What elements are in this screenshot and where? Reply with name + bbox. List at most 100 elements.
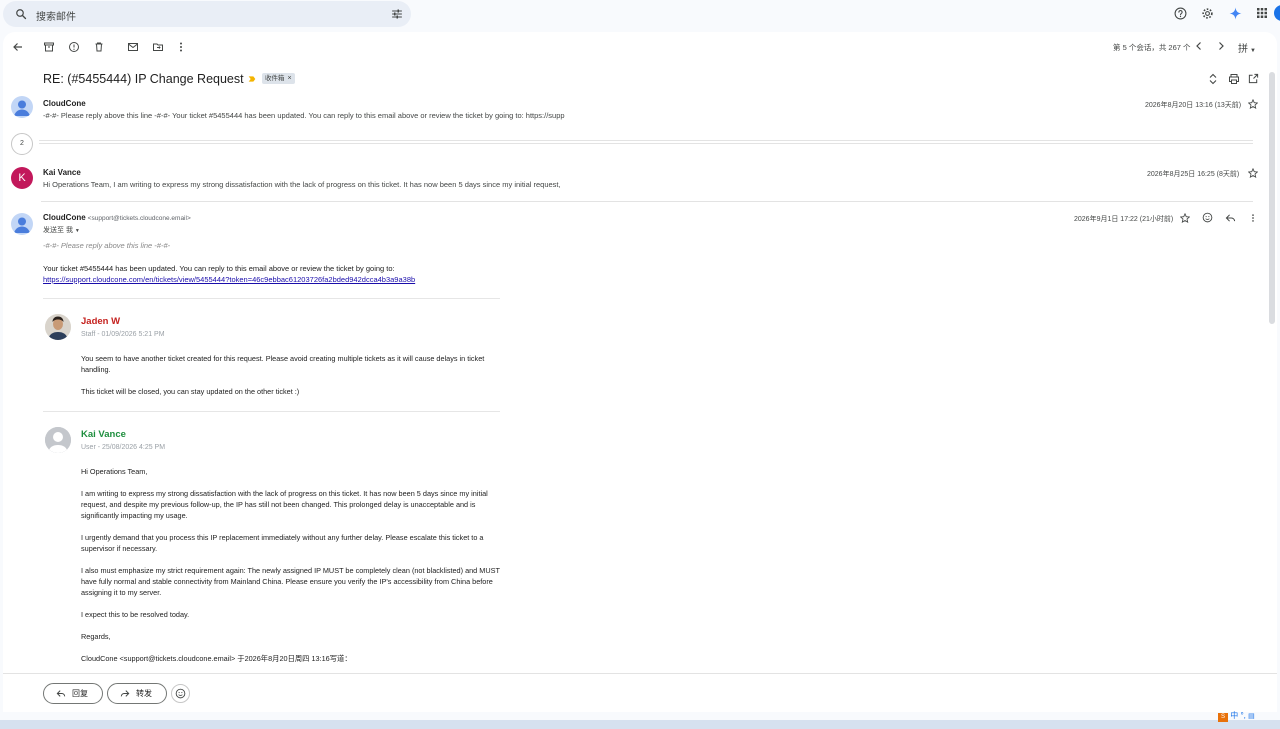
search-bar[interactable]: 搜索邮件: [3, 1, 411, 27]
message-date: 2026年8月20日 13:16 (13天前): [1145, 102, 1242, 109]
reply-icon[interactable]: [1225, 213, 1236, 223]
recipient-details[interactable]: 发送至 我 ▼: [43, 225, 80, 235]
message-date: 2026年8月25日 16:25 (8天前): [1147, 171, 1240, 178]
default-avatar-icon: [14, 100, 30, 116]
message-sender[interactable]: CloudCone <support@tickets.cloudcone.emai…: [43, 213, 191, 222]
search-icon: [16, 9, 27, 20]
expand-all-icon[interactable]: [1208, 73, 1218, 85]
emoji-button[interactable]: [171, 684, 190, 703]
staff-photo-avatar: [45, 314, 71, 340]
settings-icon[interactable]: [1201, 7, 1214, 20]
search-options-icon[interactable]: [391, 8, 403, 20]
reply-icon: [56, 690, 66, 697]
chevron-down-icon: ▼: [74, 228, 80, 234]
person-photo-icon: [45, 314, 71, 340]
more-vert-icon[interactable]: [1248, 213, 1258, 223]
next-conversation-icon[interactable]: [1215, 40, 1227, 52]
collapsed-count-badge[interactable]: 2: [11, 133, 33, 155]
top-bar: 搜索邮件: [0, 0, 1280, 30]
email-subject: RE: (#5455444) IP Change Request: [43, 72, 244, 86]
reply-paragraph: I also must emphasize my strict requirem…: [81, 566, 500, 597]
ime-punct[interactable]: °,: [1240, 711, 1245, 720]
open-new-window-icon[interactable]: [1248, 73, 1259, 84]
more-vert-icon[interactable]: [175, 41, 187, 53]
ime-mode[interactable]: 中: [1230, 711, 1238, 720]
delete-icon[interactable]: [93, 41, 105, 53]
collapsed-messages-divider[interactable]: [39, 140, 1253, 144]
emoji-icon: [175, 688, 186, 699]
quote-separator-text: -#-#- Please reply above this line -#-#-: [43, 241, 171, 250]
forward-icon: [120, 690, 130, 697]
remove-label-icon[interactable]: ×: [288, 75, 292, 82]
thread-separator: [43, 411, 500, 412]
reply-author-name: Jaden W: [81, 316, 121, 327]
reply-paragraph: This ticket will be closed, you can stay…: [81, 387, 300, 396]
user-avatar: [45, 427, 71, 453]
avatar: K: [11, 167, 33, 189]
apps-grid-icon[interactable]: [1256, 7, 1268, 19]
reply-paragraph: I expect this to be resolved today.: [81, 610, 190, 619]
pager-count: 第 5 个会话，共 267 个: [1113, 43, 1191, 52]
input-tools-label: 拼: [1238, 44, 1248, 55]
chevron-down-icon: ▼: [1250, 48, 1256, 54]
default-avatar-icon: [14, 217, 30, 233]
message-sender[interactable]: Kai Vance: [43, 168, 81, 177]
message-divider: [41, 201, 1253, 202]
reply-paragraph: CloudCone <support@tickets.cloudcone.ema…: [81, 654, 352, 663]
forward-button-label: 转发: [136, 689, 152, 698]
reply-button-label: 回复: [72, 689, 88, 698]
message-view: 第 5 个会话，共 267 个 拼 ▼ RE: (#5455444) IP Cha…: [3, 32, 1277, 712]
inbox-label-text: 收件箱: [265, 75, 285, 82]
sender-name: CloudCone: [43, 213, 86, 222]
message-date: 2026年9月1日 17:22 (21小时前): [1074, 216, 1174, 223]
star-icon[interactable]: [1248, 168, 1258, 178]
importance-marker-icon[interactable]: [248, 75, 256, 83]
default-person-icon: [45, 427, 71, 453]
prev-conversation-icon[interactable]: [1193, 40, 1205, 52]
bottom-bar: [0, 720, 1280, 729]
input-tools-button[interactable]: 拼 ▼: [1238, 40, 1256, 55]
recipient-text: 发送至 我: [43, 227, 73, 234]
ime-logo-icon: S: [1218, 713, 1228, 722]
print-icon[interactable]: [1228, 73, 1240, 85]
reply-paragraph: Hi Operations Team,: [81, 467, 148, 476]
reply-paragraph: I am writing to express my strong dissat…: [81, 489, 488, 520]
sender-email: <support@tickets.cloudcone.email>: [87, 215, 191, 222]
ticket-update-text: Your ticket #5455444 has been updated. Y…: [43, 264, 395, 273]
reply-button[interactable]: 回复: [43, 683, 103, 704]
avatar: [11, 96, 33, 118]
message-snippet[interactable]: Hi Operations Team, I am writing to expr…: [43, 180, 561, 189]
message-sender[interactable]: CloudCone: [43, 99, 86, 108]
mark-unread-icon[interactable]: [127, 41, 139, 53]
avatar: [11, 213, 33, 235]
scrollbar-thumb[interactable]: [1269, 72, 1275, 324]
report-spam-icon[interactable]: [68, 41, 80, 53]
thread-separator: [43, 298, 500, 299]
reply-meta: User - 25/08/2026 4:25 PM: [81, 444, 166, 451]
ticket-link[interactable]: https://support.cloudcone.com/en/tickets…: [43, 275, 415, 284]
star-icon[interactable]: [1180, 213, 1190, 223]
reply-body: Hi Operations Team, I am writing to expr…: [81, 466, 501, 675]
reply-paragraph: Regards,: [81, 632, 111, 641]
gemini-icon[interactable]: [1229, 7, 1242, 20]
move-to-icon[interactable]: [152, 41, 164, 53]
search-input[interactable]: 搜索邮件: [36, 8, 76, 23]
emoji-reaction-icon[interactable]: [1202, 212, 1213, 223]
message-snippet[interactable]: -#-#- Please reply above this line -#-#-…: [43, 111, 565, 120]
reply-paragraph: You seem to have another ticket created …: [81, 354, 485, 374]
reply-body: You seem to have another ticket created …: [81, 353, 501, 408]
reply-meta: Staff - 01/09/2026 5:21 PM: [81, 331, 165, 338]
footer-divider: [3, 673, 1277, 674]
reply-author-name: Kai Vance: [81, 429, 126, 440]
archive-icon[interactable]: [43, 41, 55, 53]
star-icon[interactable]: [1248, 99, 1258, 109]
help-icon[interactable]: [1174, 7, 1187, 20]
ime-status-tray[interactable]: S 中 °, ▤: [1218, 710, 1255, 722]
account-avatar[interactable]: [1274, 5, 1280, 21]
inbox-label-chip[interactable]: 收件箱 ×: [262, 73, 295, 84]
keyboard-icon[interactable]: ▤: [1248, 713, 1255, 720]
reply-paragraph: I urgently demand that you process this …: [81, 533, 484, 553]
quote-separator-line: -#-#- Please reply above this line -#-#-: [43, 240, 170, 251]
forward-button[interactable]: 转发: [107, 683, 167, 704]
back-arrow-icon[interactable]: [12, 41, 24, 53]
